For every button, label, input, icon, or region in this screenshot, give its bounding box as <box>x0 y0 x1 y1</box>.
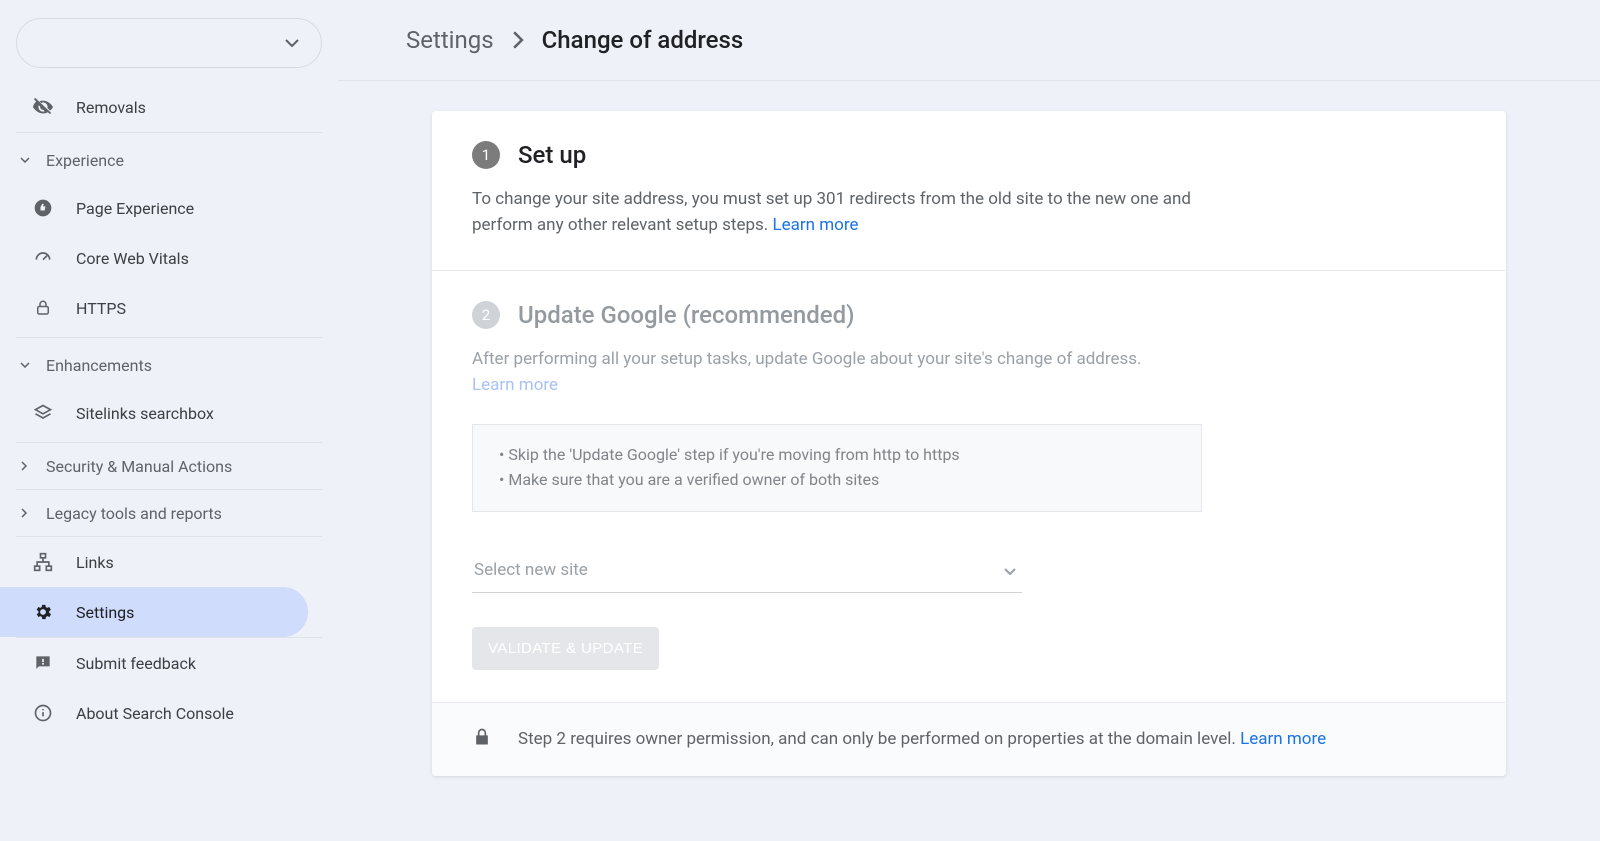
chevron-right-icon <box>512 31 524 49</box>
layers-icon <box>32 403 54 423</box>
sidebar-section-label: Security & Manual Actions <box>46 457 232 476</box>
sidebar-group-enhancements: Enhancements Sitelinks searchbox <box>0 338 338 442</box>
step-2: 2 Update Google (recommended) After perf… <box>432 271 1506 702</box>
sidebar-item-sitelinks[interactable]: Sitelinks searchbox <box>0 388 338 438</box>
step-1-title: Set up <box>518 141 586 169</box>
info-icon <box>32 703 54 723</box>
lock-icon <box>32 298 54 318</box>
sidebar-section-security[interactable]: Security & Manual Actions <box>0 443 338 489</box>
step-2-title: Update Google (recommended) <box>518 301 854 329</box>
sitemap-icon <box>32 552 54 572</box>
permission-note-text: Step 2 requires owner permission, and ca… <box>518 729 1240 749</box>
sidebar-item-removals[interactable]: Removals <box>0 82 338 132</box>
sidebar-section-label: Legacy tools and reports <box>46 504 222 523</box>
sidebar-section-label: Enhancements <box>46 356 152 375</box>
tips-box: • Skip the 'Update Google' step if you'r… <box>472 424 1202 512</box>
caret-down-icon <box>1004 560 1016 580</box>
step-2-description: After performing all your setup tasks, u… <box>472 347 1232 398</box>
sidebar-item-links[interactable]: Links <box>0 537 338 587</box>
step-1-description: To change your site address, you must se… <box>472 187 1232 238</box>
step-number-badge: 2 <box>472 301 500 329</box>
step-number-badge: 1 <box>472 141 500 169</box>
tip-line: • Skip the 'Update Google' step if you'r… <box>499 443 1175 468</box>
sidebar-section-legacy[interactable]: Legacy tools and reports <box>0 490 338 536</box>
breadcrumb-root[interactable]: Settings <box>406 26 494 54</box>
sidebar-item-label: Page Experience <box>76 199 194 218</box>
sidebar-section-label: Experience <box>46 151 124 170</box>
speed-icon <box>32 248 54 268</box>
select-placeholder: Select new site <box>474 560 588 580</box>
sidebar-item-label: About Search Console <box>76 704 234 723</box>
sidebar-item-label: Settings <box>76 603 134 622</box>
learn-more-link[interactable]: Learn more <box>772 215 858 235</box>
breadcrumb-current: Change of address <box>542 26 744 54</box>
breadcrumb: Settings Change of address <box>338 26 1600 81</box>
caret-down-icon <box>20 157 32 163</box>
step-2-header: 2 Update Google (recommended) <box>472 301 1466 329</box>
caret-right-icon <box>20 461 32 471</box>
validate-update-button[interactable]: VALIDATE & UPDATE <box>472 627 659 670</box>
sidebar-item-label: Links <box>76 553 114 572</box>
gear-icon <box>32 602 54 622</box>
thumbs-badge-icon <box>32 198 54 218</box>
sidebar-section-experience[interactable]: Experience <box>0 137 338 183</box>
step-2-desc-text: After performing all your setup tasks, u… <box>472 349 1142 369</box>
sidebar-item-label: Core Web Vitals <box>76 249 189 268</box>
sidebar-item-label: Submit feedback <box>76 654 196 673</box>
change-address-card: 1 Set up To change your site address, yo… <box>432 111 1506 776</box>
feedback-icon <box>32 653 54 673</box>
main-content: Settings Change of address 1 Set up To c… <box>338 0 1600 841</box>
caret-down-icon <box>20 362 32 368</box>
caret-down-icon <box>285 39 299 47</box>
sidebar-item-core-web-vitals[interactable]: Core Web Vitals <box>0 233 338 283</box>
step-1: 1 Set up To change your site address, yo… <box>432 111 1506 270</box>
sidebar-item-label: HTTPS <box>76 299 126 318</box>
learn-more-link[interactable]: Learn more <box>1240 729 1326 749</box>
sidebar-item-about[interactable]: About Search Console <box>0 688 338 738</box>
sidebar-item-page-experience[interactable]: Page Experience <box>0 183 338 233</box>
visibility-off-icon <box>32 96 54 118</box>
sidebar-item-label: Sitelinks searchbox <box>76 404 214 423</box>
sidebar-item-settings[interactable]: Settings <box>0 587 308 637</box>
permission-note: Step 2 requires owner permission, and ca… <box>518 729 1326 749</box>
sidebar-section-enhancements[interactable]: Enhancements <box>0 342 338 388</box>
permission-footer: Step 2 requires owner permission, and ca… <box>432 702 1506 776</box>
learn-more-link[interactable]: Learn more <box>472 375 558 395</box>
step-1-header: 1 Set up <box>472 141 1466 169</box>
select-new-site[interactable]: Select new site <box>472 550 1022 593</box>
property-selector[interactable] <box>16 18 322 68</box>
sidebar-group-experience: Experience Page Experience Core Web Vita… <box>0 133 338 337</box>
tip-line: • Make sure that you are a verified owne… <box>499 468 1175 493</box>
lock-icon <box>472 725 492 754</box>
sidebar: Removals Experience Page Experience C <box>0 0 338 841</box>
app-root: Removals Experience Page Experience C <box>0 0 1600 841</box>
sidebar-item-label: Removals <box>76 98 146 117</box>
sidebar-item-https[interactable]: HTTPS <box>0 283 338 333</box>
content-area: 1 Set up To change your site address, yo… <box>338 81 1600 816</box>
sidebar-item-feedback[interactable]: Submit feedback <box>0 638 338 688</box>
caret-right-icon <box>20 508 32 518</box>
